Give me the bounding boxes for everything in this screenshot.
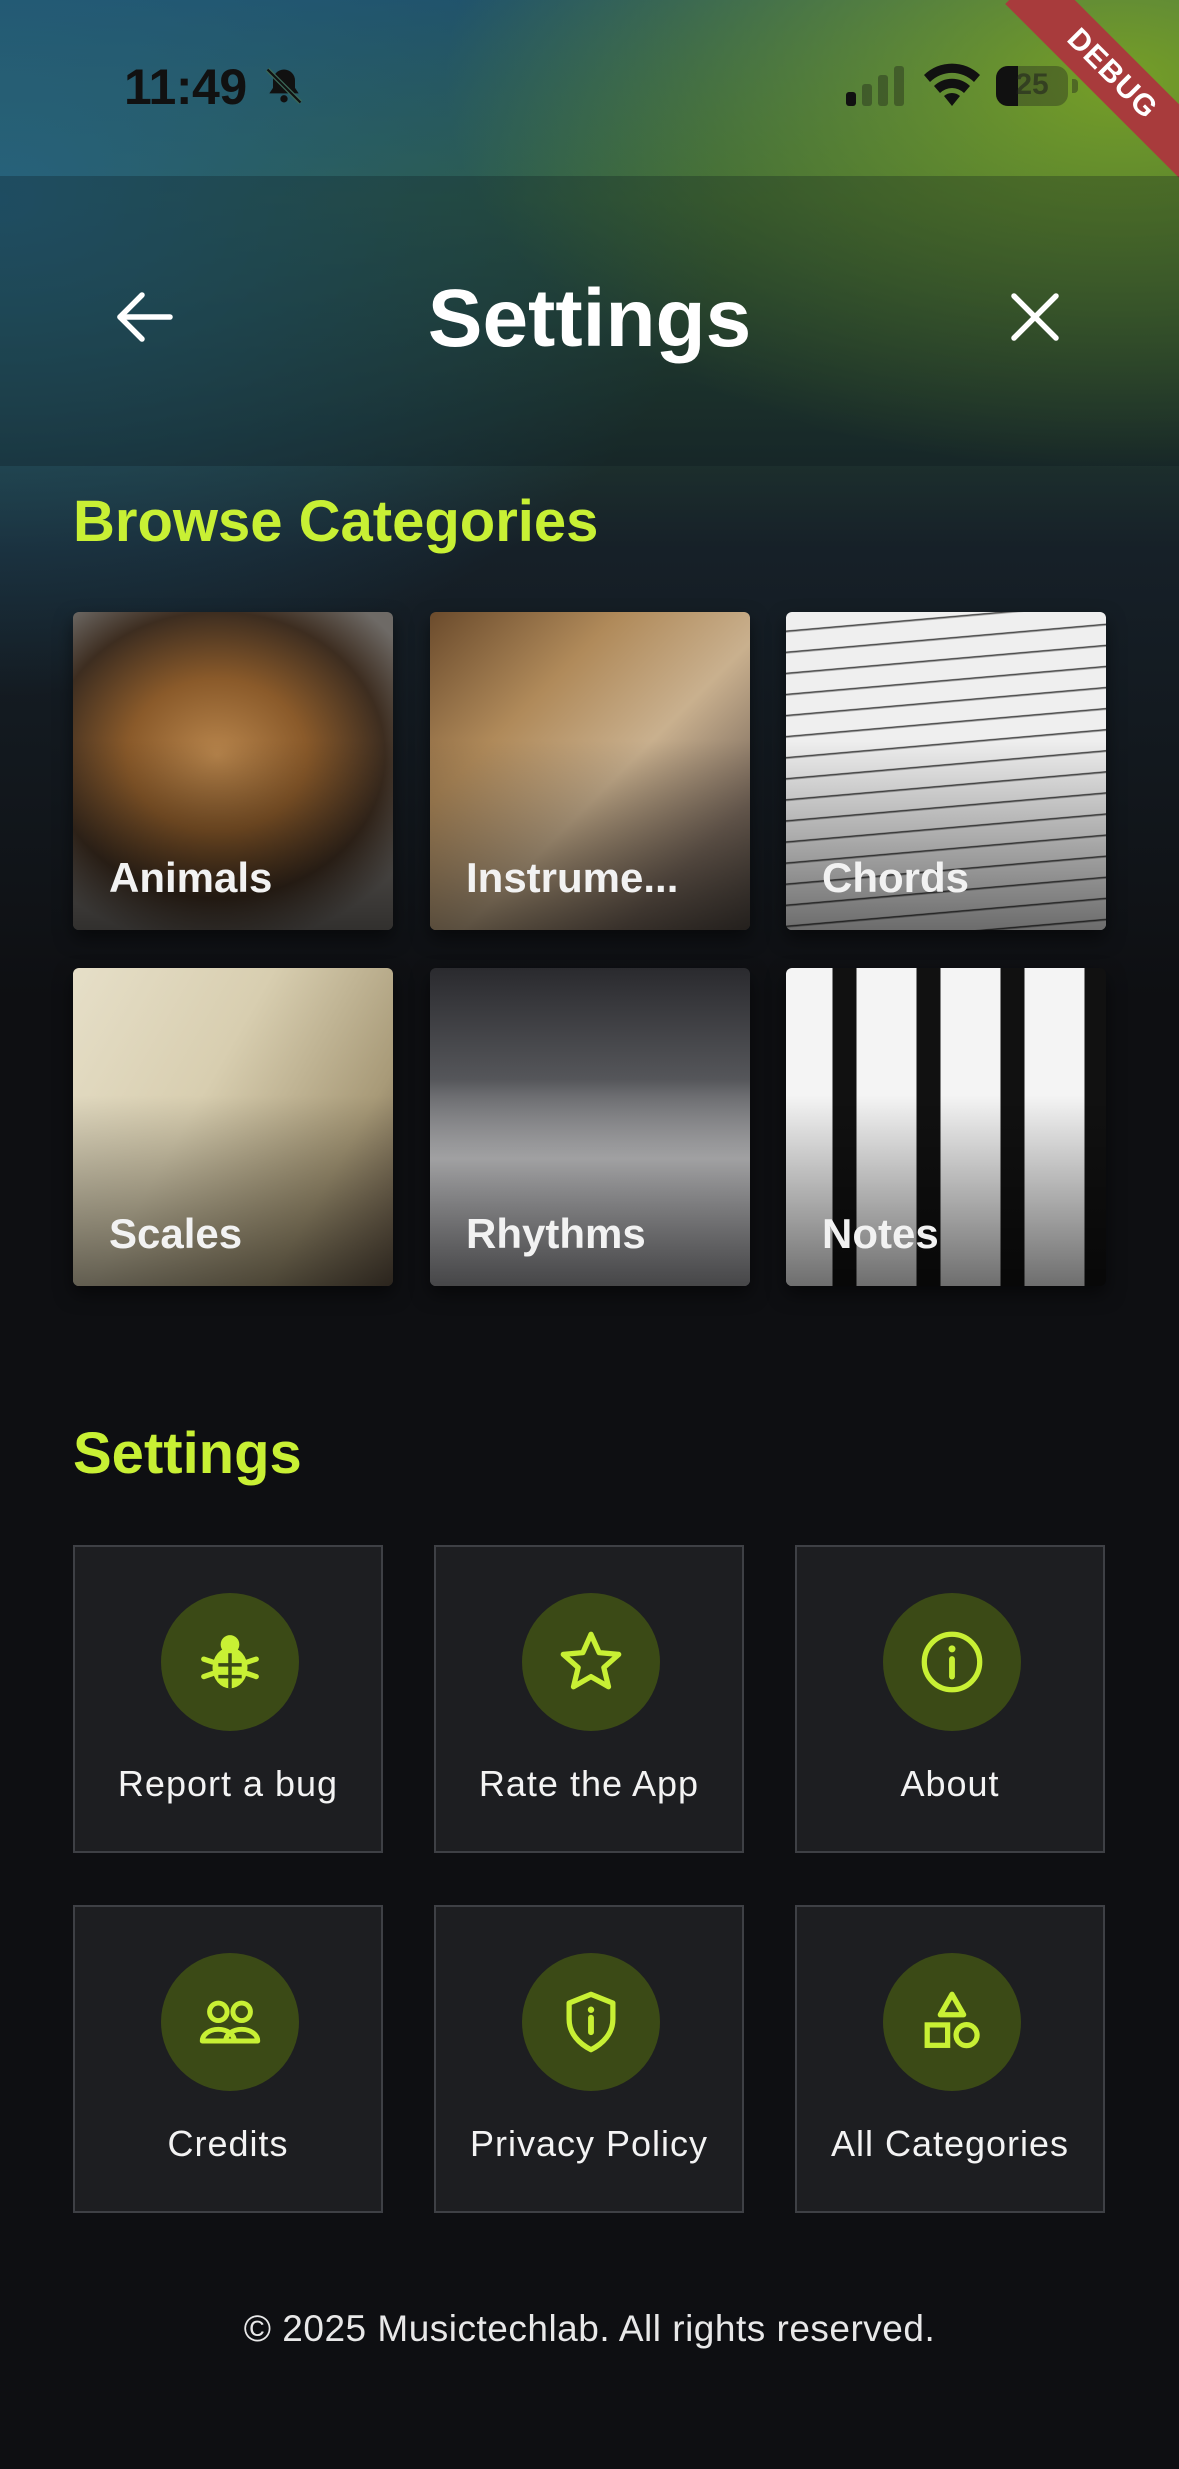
category-notes[interactable]: Notes [786, 968, 1106, 1286]
close-icon[interactable] [1000, 282, 1070, 352]
settings-item-label: Privacy Policy [469, 2123, 709, 2164]
bug-icon [201, 1635, 259, 1689]
category-instruments[interactable]: Instrume... [430, 612, 750, 930]
battery-indicator: 25 [996, 66, 1078, 108]
report-bug-button[interactable]: Report a bug [73, 1545, 383, 1853]
star-icon [560, 1631, 622, 1690]
icon-circle [161, 1593, 299, 1731]
category-scales[interactable]: Scales [73, 968, 393, 1286]
rate-app-button[interactable]: Rate the App [434, 1545, 744, 1853]
settings-item-label: All Categories [830, 2123, 1070, 2164]
settings-section-title: Settings [73, 1421, 302, 1486]
category-animals[interactable]: Animals [73, 612, 393, 930]
app-header: Settings [0, 176, 1179, 466]
category-label: Chords [822, 854, 969, 901]
status-time: 11:49 [124, 59, 247, 115]
battery-level: 25 [1015, 68, 1049, 101]
browse-categories-title: Browse Categories [73, 489, 599, 554]
all-categories-button[interactable]: All Categories [795, 1905, 1105, 2213]
category-chords[interactable]: Chords [786, 612, 1106, 930]
icon-circle [883, 1593, 1021, 1731]
settings-item-label: Credits [167, 2123, 289, 2164]
icon-circle [161, 1953, 299, 2091]
shield-icon [566, 1991, 616, 2053]
icon-circle [883, 1953, 1021, 2091]
copyright-footer: © 2025 Musictechlab. All rights reserved… [243, 2308, 936, 2349]
icon-circle [522, 1953, 660, 2091]
category-label: Instrume... [466, 854, 679, 901]
settings-item-label: Report a bug [117, 1763, 339, 1804]
category-label: Rhythms [466, 1210, 646, 1257]
cell-signal-icon [846, 66, 904, 106]
shapes-icon [924, 1991, 980, 2049]
category-rhythms[interactable]: Rhythms [430, 968, 750, 1286]
privacy-policy-button[interactable]: Privacy Policy [434, 1905, 744, 2213]
wifi-icon [924, 63, 980, 106]
people-icon [199, 2000, 261, 2044]
credits-button[interactable]: Credits [73, 1905, 383, 2213]
settings-item-label: About [900, 1763, 1000, 1804]
info-icon [921, 1631, 983, 1693]
category-label: Scales [109, 1210, 243, 1257]
settings-item-label: Rate the App [478, 1763, 700, 1804]
bell-muted-icon [265, 67, 303, 105]
icon-circle [522, 1593, 660, 1731]
category-label: Animals [109, 854, 273, 901]
status-bar: 11:49 25 DEBUG [0, 0, 1179, 181]
category-label: Notes [822, 1210, 939, 1257]
about-button[interactable]: About [795, 1545, 1105, 1853]
